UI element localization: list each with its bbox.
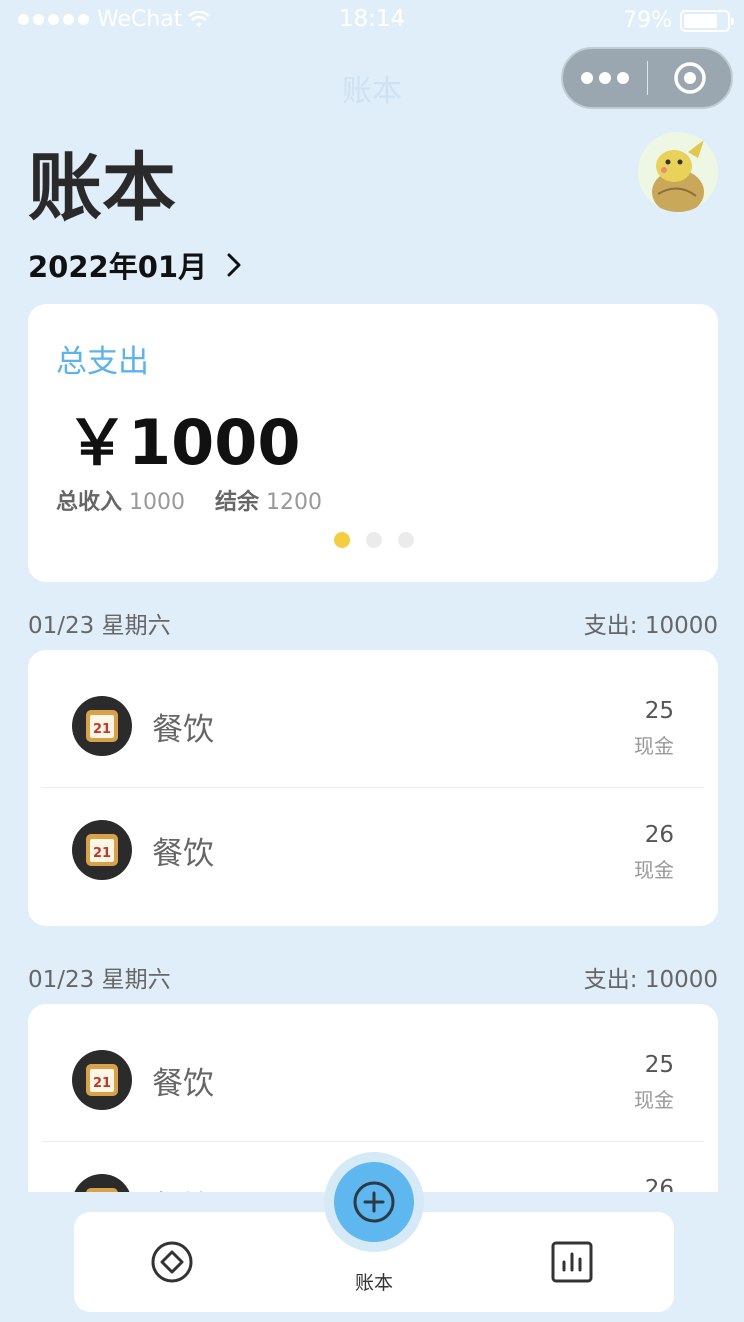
- day-expense: 支出: 10000: [583, 967, 718, 993]
- battery-percent: 79%: [623, 8, 672, 33]
- balance-value: 1200: [266, 490, 323, 515]
- pager-dot[interactable]: [398, 532, 414, 548]
- day-header: 01/23 星期六 支出: 10000: [28, 606, 718, 640]
- day-date: 01/23 星期六: [28, 613, 171, 639]
- capsule-menu: [561, 47, 733, 109]
- chevron-right-icon: [227, 253, 241, 277]
- entry-payment-method: 现金: [634, 734, 674, 758]
- day-card: 21 餐饮 25 现金 21 餐饮 26 现金: [28, 650, 718, 926]
- status-bar: WeChat 18:14 79%: [0, 0, 744, 40]
- day-expense: 支出: 10000: [583, 613, 718, 639]
- more-menu-button[interactable]: [563, 72, 647, 84]
- balance-summary: 结余 1200: [215, 484, 322, 516]
- page-title: 账本: [28, 145, 176, 231]
- balance-label: 结余: [215, 490, 260, 515]
- plus-circle-icon: [353, 1181, 395, 1223]
- total-expense-amount: ￥1000: [66, 406, 301, 479]
- list-item[interactable]: 21 餐饮 25 现金: [28, 1004, 718, 1128]
- summary-card: 总支出 ￥1000 总收入 1000 结余 1200: [28, 304, 718, 582]
- month-label: 2022年01月: [28, 250, 208, 284]
- bar-chart-icon: [551, 1241, 593, 1283]
- entry-amount: 26: [644, 1176, 674, 1192]
- add-entry-button[interactable]: [334, 1162, 414, 1242]
- entry-category: 餐饮: [152, 712, 214, 748]
- income-summary: 总收入 1000: [56, 484, 185, 516]
- pager-dot[interactable]: [366, 532, 382, 548]
- entry-amount: 26: [644, 822, 674, 848]
- month-selector[interactable]: 2022年01月: [28, 244, 243, 286]
- target-icon: [673, 62, 706, 94]
- calendar-icon: 21: [72, 1050, 132, 1110]
- entry-category: 餐饮: [152, 836, 214, 872]
- summary-subline: 总收入 1000 结余 1200: [56, 484, 322, 516]
- svg-text:21: 21: [93, 1076, 111, 1091]
- list-item[interactable]: 21 餐饮 25 现金: [28, 650, 718, 774]
- total-expense-label: 总支出: [56, 344, 149, 380]
- entry-category: 餐饮: [152, 1182, 214, 1192]
- tab-stats[interactable]: [550, 1240, 594, 1288]
- avatar-image: [638, 132, 718, 212]
- calendar-icon: 21: [72, 696, 132, 756]
- day-date: 01/23 星期六: [28, 967, 171, 993]
- battery-icon: [680, 9, 734, 32]
- calendar-icon: 21: [72, 1174, 132, 1192]
- svg-text:21: 21: [93, 722, 111, 737]
- entry-amount: 25: [644, 1052, 674, 1078]
- avatar[interactable]: [638, 132, 718, 212]
- calendar-icon: 21: [72, 820, 132, 880]
- list-item[interactable]: 21 餐饮 26 现金: [28, 774, 718, 898]
- entry-payment-method: 现金: [634, 1088, 674, 1112]
- pager-dots[interactable]: [334, 532, 414, 548]
- status-right: 79%: [623, 8, 734, 33]
- entry-amount: 25: [644, 698, 674, 724]
- battery-level: [684, 13, 718, 28]
- income-value: 1000: [129, 490, 186, 515]
- svg-text:21: 21: [93, 846, 111, 861]
- income-label: 总收入: [56, 490, 123, 515]
- pager-dot[interactable]: [334, 532, 350, 548]
- entry-category: 餐饮: [152, 1066, 214, 1102]
- entry-payment-method: 现金: [634, 858, 674, 882]
- day-header: 01/23 星期六 支出: 10000: [28, 960, 718, 994]
- close-miniprogram-button[interactable]: [648, 61, 731, 95]
